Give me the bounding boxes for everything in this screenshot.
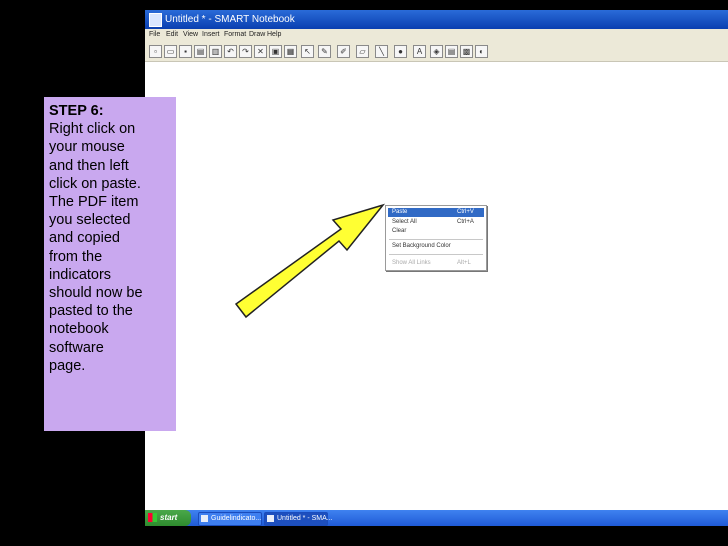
fill-icon[interactable]: ◈ xyxy=(430,45,443,58)
eraser-icon[interactable]: ▱ xyxy=(356,45,369,58)
menu-file[interactable]: File xyxy=(149,29,160,41)
menu-insert[interactable]: Insert xyxy=(202,29,220,41)
toolbar: ▫ ▭ ▪ ▤ ▥ ↶ ↷ ✕ ▣ ▦ ↖ ✎ ✐ ▱ ╲ ● A ◈ ▤ ▩ … xyxy=(145,41,728,62)
menu-view[interactable]: View xyxy=(183,29,198,41)
menu-draw[interactable]: Draw xyxy=(249,29,265,41)
taskbar-item-guidelines[interactable]: Guidelindicato... xyxy=(198,512,262,526)
menu-bar: File Edit View Insert Format Draw Help xyxy=(145,29,728,41)
properties-icon[interactable]: ▤ xyxy=(445,45,458,58)
notebook-app-icon xyxy=(149,13,162,27)
shape-icon[interactable]: ● xyxy=(394,45,407,58)
taskbar: start Guidelindicato... Untitled * - SMA… xyxy=(145,510,728,526)
notebook-app-icon xyxy=(267,515,274,522)
new-page-icon[interactable]: ▫ xyxy=(149,45,162,58)
step-heading: STEP 6: xyxy=(49,103,104,119)
text-icon[interactable]: A xyxy=(413,45,426,58)
windows-logo-icon xyxy=(148,513,157,522)
pointer-arrow-shape xyxy=(234,203,386,319)
save-icon[interactable]: ▪ xyxy=(179,45,192,58)
redo-icon[interactable]: ↷ xyxy=(239,45,252,58)
context-item-label: Set Background Color xyxy=(392,243,451,249)
context-item-show-all-links: Show All Links Alt+L xyxy=(388,259,484,268)
start-button[interactable]: start xyxy=(145,510,191,526)
context-item-clear[interactable]: Clear xyxy=(388,227,484,236)
taskbar-item-label: Guidelindicato... xyxy=(211,515,262,522)
undo-icon[interactable]: ↶ xyxy=(224,45,237,58)
context-item-shortcut: Ctrl+V xyxy=(457,209,474,215)
open-icon[interactable]: ▭ xyxy=(164,45,177,58)
step-instruction-box: STEP 6: Right click on your mouse and th… xyxy=(44,97,176,431)
window-title: Untitled * - SMART Notebook xyxy=(165,14,295,25)
context-separator xyxy=(389,254,483,255)
title-bar[interactable]: Untitled * - SMART Notebook xyxy=(145,10,728,29)
delete-icon[interactable]: ✕ xyxy=(254,45,267,58)
context-item-shortcut: Alt+L xyxy=(457,260,471,266)
select-icon[interactable]: ↖ xyxy=(301,45,314,58)
context-item-set-background-color[interactable]: Set Background Color xyxy=(388,242,484,251)
line-icon[interactable]: ╲ xyxy=(375,45,388,58)
context-separator xyxy=(389,239,483,240)
taskbar-item-notebook[interactable]: Untitled * - SMA... xyxy=(264,512,333,526)
paste-icon[interactable]: ▤ xyxy=(194,45,207,58)
dual-page-icon[interactable]: ◐ xyxy=(475,45,488,58)
step-body-text: Right click on your mouse and then left … xyxy=(49,121,143,374)
capture-icon[interactable]: ▩ xyxy=(460,45,473,58)
pen-icon[interactable]: ✎ xyxy=(318,45,331,58)
document-icon xyxy=(201,515,208,522)
context-item-paste[interactable]: Paste Ctrl+V xyxy=(388,208,484,217)
start-label: start xyxy=(160,513,178,522)
creative-pen-icon[interactable]: ✐ xyxy=(337,45,350,58)
context-item-shortcut: Ctrl+A xyxy=(457,219,474,225)
table-icon[interactable]: ▦ xyxy=(284,45,297,58)
screen-shade-icon[interactable]: ▣ xyxy=(269,45,282,58)
menu-format[interactable]: Format xyxy=(224,29,246,41)
menu-edit[interactable]: Edit xyxy=(166,29,178,41)
menu-help[interactable]: Help xyxy=(267,29,281,41)
context-menu: Paste Ctrl+V Select All Ctrl+A Clear Set… xyxy=(385,205,487,271)
pointer-arrow xyxy=(234,203,386,319)
print-icon[interactable]: ▥ xyxy=(209,45,222,58)
taskbar-item-label: Untitled * - SMA... xyxy=(277,515,333,522)
context-item-select-all[interactable]: Select All Ctrl+A xyxy=(388,218,484,227)
